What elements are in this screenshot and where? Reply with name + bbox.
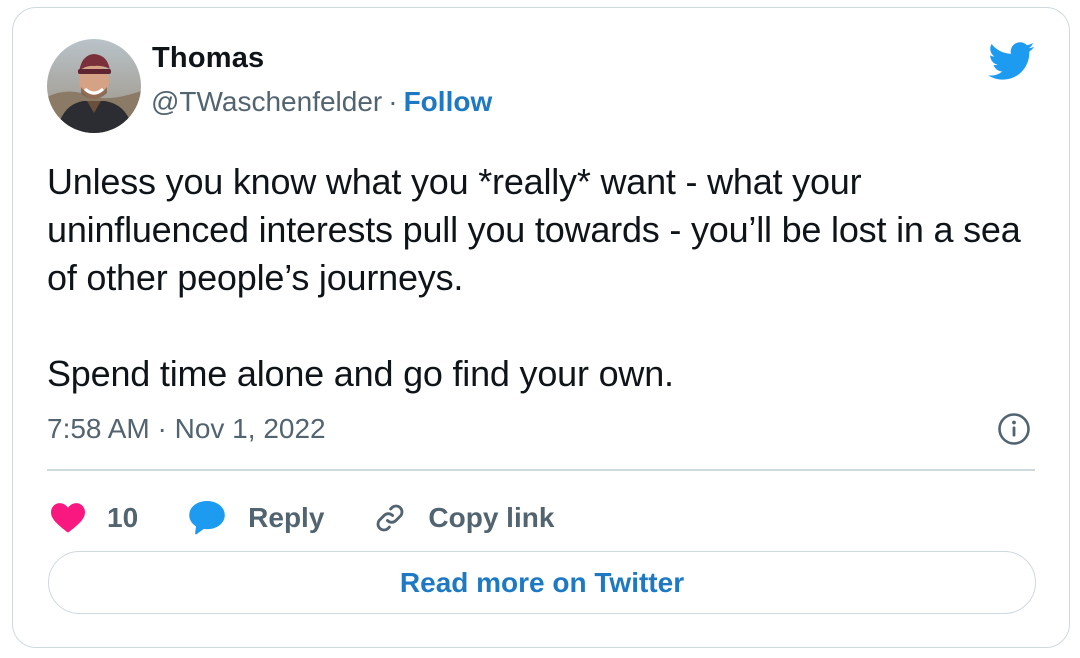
tweet-text: Unless you know what you *really* want -…	[47, 158, 1047, 398]
tweet-timestamp[interactable]: 7:58 AM · Nov 1, 2022	[47, 413, 326, 445]
read-more-label: Read more on Twitter	[399, 566, 685, 598]
read-more-button[interactable]: Read more on Twitter	[48, 551, 1036, 614]
twitter-bird-icon[interactable]	[988, 41, 1035, 80]
author-display-name[interactable]: Thomas	[152, 42, 264, 75]
author-handle[interactable]: @TWaschenfelder	[151, 86, 382, 117]
heart-icon	[51, 503, 85, 533]
tweet-card: Thomas @TWaschenfelder · Follow Unless you…	[12, 7, 1070, 648]
like-button[interactable]: 10	[51, 502, 138, 534]
reply-button[interactable]: Reply	[188, 501, 324, 535]
handle-separator: ·	[388, 86, 398, 117]
reply-label: Reply	[248, 502, 325, 533]
info-icon[interactable]	[997, 412, 1031, 446]
copy-link-label: Copy link	[428, 502, 555, 533]
like-count: 10	[107, 502, 139, 533]
link-icon	[376, 504, 404, 532]
copy-link-button[interactable]: Copy link	[372, 500, 554, 536]
avatar-photo-icon	[47, 39, 141, 133]
divider	[47, 469, 1035, 471]
follow-button[interactable]: Follow	[404, 86, 493, 117]
tweet-paragraph: Spend time alone and go find your own.	[47, 353, 674, 394]
tweet-paragraph: Unless you know what you *really* want -…	[47, 161, 1021, 298]
tweet-actions: 10 Reply Copy link	[51, 494, 554, 542]
author-handle-row: @TWaschenfelder · Follow	[151, 86, 492, 118]
author-avatar[interactable]	[47, 39, 141, 133]
reply-bubble-icon	[189, 501, 225, 535]
